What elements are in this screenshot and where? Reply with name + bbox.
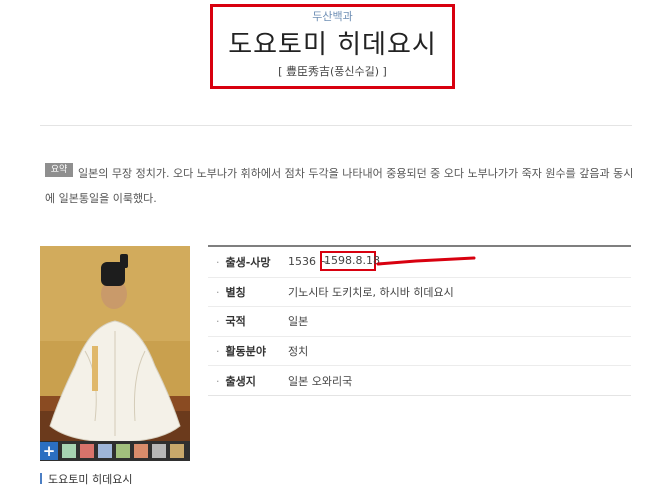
info-label: · 별칭 bbox=[216, 285, 246, 299]
info-label: · 출생-사망 bbox=[216, 255, 271, 269]
header-divider bbox=[40, 125, 632, 126]
portrait-image[interactable] bbox=[40, 246, 190, 461]
death-date: 1598.8.18 bbox=[324, 254, 380, 267]
image-caption: 도요토미 히데요시 bbox=[48, 473, 133, 486]
bullet-icon: · bbox=[216, 285, 220, 299]
info-label: · 출생지 bbox=[216, 374, 256, 388]
bullet-icon: · bbox=[216, 255, 220, 269]
death-date-highlight: 1598.8.18 bbox=[320, 251, 380, 271]
bullet-icon: · bbox=[216, 315, 220, 329]
bullet-icon: · bbox=[216, 374, 220, 388]
info-value: 일본 bbox=[288, 315, 309, 329]
info-value: 정치 bbox=[288, 345, 309, 359]
red-underline-stroke bbox=[376, 256, 476, 266]
info-row-field: · 활동분야 정치 bbox=[208, 335, 631, 366]
info-label: · 활동분야 bbox=[216, 345, 266, 359]
info-row-nationality: · 국적 일본 bbox=[208, 306, 631, 336]
summary-badge: 요약 bbox=[45, 163, 73, 177]
info-value: 일본 오와리국 bbox=[288, 374, 353, 388]
portrait-illustration bbox=[40, 246, 190, 461]
info-value: 기노시타 도키치로, 하시바 히데요시 bbox=[288, 285, 454, 299]
zoom-plus-button[interactable]: + bbox=[40, 442, 58, 460]
title-highlight-box bbox=[210, 4, 455, 89]
info-label: · 국적 bbox=[216, 315, 246, 329]
caption-marker bbox=[40, 473, 42, 484]
summary-text: 일본의 무장 정치가. 오다 노부나가 휘하에서 점차 두각을 나타내어 중용되… bbox=[45, 167, 634, 205]
bullet-icon: · bbox=[216, 345, 220, 359]
info-row-alias: · 별칭 기노시타 도키치로, 하시바 히데요시 bbox=[208, 276, 631, 307]
info-row-birthplace: · 출생지 일본 오와리국 bbox=[208, 365, 631, 395]
